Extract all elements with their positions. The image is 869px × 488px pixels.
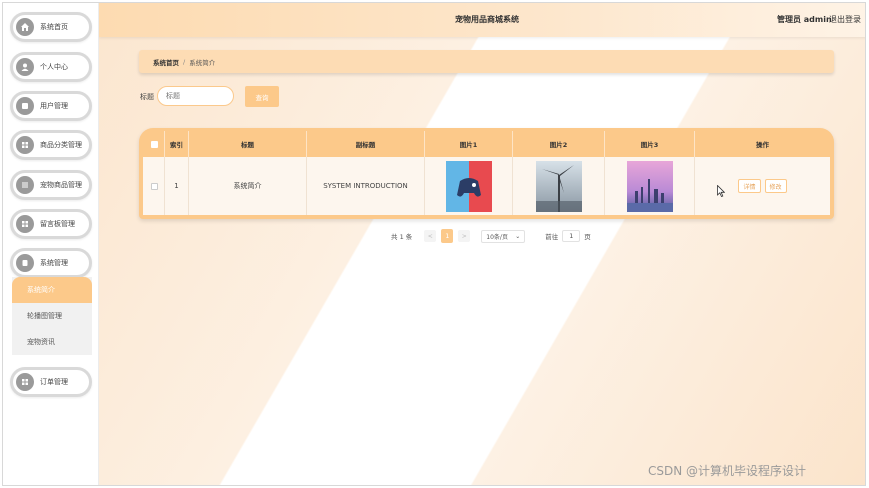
detail-button[interactable]: 详情 bbox=[738, 179, 761, 193]
mouse-cursor-icon bbox=[717, 185, 725, 197]
next-page-button[interactable]: > bbox=[458, 230, 471, 242]
grid-icon bbox=[16, 136, 34, 154]
sidebar-item-label: 留言板管理 bbox=[40, 220, 75, 228]
breadcrumb-home[interactable]: 系统首页 bbox=[153, 57, 179, 67]
sidebar-item-label: 系统首页 bbox=[40, 23, 68, 31]
edit-button[interactable]: 修改 bbox=[764, 179, 787, 193]
home-icon bbox=[16, 18, 34, 36]
column-header-image3: 图片3 bbox=[605, 131, 695, 157]
page-size-value: 10条/页 bbox=[486, 233, 508, 241]
total-count: 共 1 条 bbox=[391, 233, 413, 241]
chevron-down-icon: ⌄ bbox=[515, 232, 521, 240]
sidebar-item-home[interactable]: 系统首页 bbox=[10, 12, 92, 42]
page-size-select[interactable]: 10条/页 ⌄ bbox=[481, 229, 526, 243]
search-button[interactable]: 查询 bbox=[245, 86, 279, 107]
page-number-current[interactable]: 1 bbox=[441, 229, 454, 243]
cell-image3 bbox=[605, 157, 695, 215]
sidebar-item-label: 商品分类管理 bbox=[40, 141, 82, 149]
goto-label: 前往 bbox=[545, 233, 559, 241]
cell-index: 1 bbox=[165, 157, 189, 215]
wind-turbine-image[interactable] bbox=[535, 160, 582, 212]
sidebar-item-profile[interactable]: 个人中心 bbox=[10, 52, 92, 82]
cell-image1 bbox=[425, 157, 513, 215]
column-header-actions: 操作 bbox=[756, 141, 769, 149]
column-header-index: 索引 bbox=[165, 131, 189, 157]
column-header-image2: 图片2 bbox=[513, 131, 605, 157]
breadcrumb-separator: / bbox=[183, 57, 186, 66]
search-label: 标题 bbox=[140, 93, 154, 101]
sidebar: 系统首页 个人中心 用户管理 商品分类管理 宠物商品管理 留言板管理 系统管理 … bbox=[3, 3, 99, 485]
table-header: 索引 标题 副标题 图片1 图片2 图片3 操作 bbox=[139, 131, 834, 157]
sidebar-item-label: 系统管理 bbox=[40, 259, 68, 267]
settings-icon bbox=[16, 254, 34, 272]
sidebar-item-products[interactable]: 宠物商品管理 bbox=[10, 170, 92, 200]
select-all-checkbox[interactable] bbox=[151, 140, 158, 148]
search-input[interactable] bbox=[157, 86, 234, 106]
taskbar-indicator bbox=[415, 485, 421, 486]
app-title: 宠物用品商城系统 bbox=[455, 15, 519, 24]
logout-link[interactable]: 退出登录 bbox=[829, 14, 861, 25]
app-window: 宠物用品商城系统 管理员 admin 退出登录 系统首页 个人中心 用户管理 商… bbox=[2, 2, 866, 486]
row-select-cell bbox=[145, 157, 165, 215]
users-icon bbox=[16, 97, 34, 115]
watermark: CSDN @计算机毕设程序设计 bbox=[648, 464, 807, 478]
sidebar-item-system[interactable]: 系统管理 bbox=[10, 248, 92, 278]
sidebar-item-orders[interactable]: 订单管理 bbox=[10, 367, 92, 397]
submenu-item-intro[interactable]: 系统简介 bbox=[12, 277, 92, 303]
cell-image2 bbox=[513, 157, 605, 215]
list-icon bbox=[16, 176, 34, 194]
cell-subtitle: SYSTEM INTRODUCTION bbox=[307, 157, 425, 215]
column-header-subtitle: 副标题 bbox=[307, 131, 425, 157]
page-unit-label: 页 bbox=[584, 233, 591, 241]
user-icon bbox=[16, 58, 34, 76]
sidebar-item-label: 订单管理 bbox=[40, 378, 68, 386]
cell-title: 系统简介 bbox=[189, 157, 307, 215]
prev-page-button[interactable]: < bbox=[424, 230, 437, 242]
sidebar-item-category[interactable]: 商品分类管理 bbox=[10, 130, 92, 160]
sidebar-item-label: 用户管理 bbox=[40, 102, 68, 110]
sidebar-item-label: 宠物商品管理 bbox=[40, 181, 82, 189]
city-skyline-image[interactable] bbox=[626, 160, 673, 212]
row-checkbox[interactable] bbox=[151, 182, 158, 190]
submenu-item-carousel[interactable]: 轮播图管理 bbox=[12, 303, 92, 329]
goto-page-input[interactable] bbox=[562, 230, 581, 242]
data-table: 索引 标题 副标题 图片1 图片2 图片3 操作 1 系统简介 SYSTEM I… bbox=[139, 128, 834, 219]
pagination: 共 1 条 < 1 > 10条/页 ⌄ 前往 页 bbox=[391, 229, 591, 243]
sidebar-item-label: 个人中心 bbox=[40, 63, 68, 71]
gamepad-image[interactable] bbox=[445, 160, 492, 212]
breadcrumb: 系统首页 / 系统简介 bbox=[139, 50, 834, 73]
cell-actions: 详情 修改 bbox=[695, 157, 830, 215]
submenu-item-news[interactable]: 宠物资讯 bbox=[12, 329, 92, 355]
grid-icon bbox=[16, 373, 34, 391]
sidebar-item-messages[interactable]: 留言板管理 bbox=[10, 209, 92, 239]
select-all-cell bbox=[145, 131, 165, 157]
system-submenu: 系统简介 轮播图管理 宠物资讯 bbox=[12, 277, 92, 355]
current-user: 管理员 admin bbox=[777, 15, 832, 24]
table-row: 1 系统简介 SYSTEM INTRODUCTION 详情 修改 bbox=[143, 157, 830, 215]
top-header: 宠物用品商城系统 管理员 admin 退出登录 bbox=[99, 3, 865, 37]
sidebar-item-users[interactable]: 用户管理 bbox=[10, 91, 92, 121]
breadcrumb-current: 系统简介 bbox=[189, 58, 216, 67]
column-header-image1: 图片1 bbox=[425, 131, 513, 157]
grid-icon bbox=[16, 215, 34, 233]
background bbox=[99, 3, 865, 485]
column-header-title: 标题 bbox=[189, 131, 307, 157]
